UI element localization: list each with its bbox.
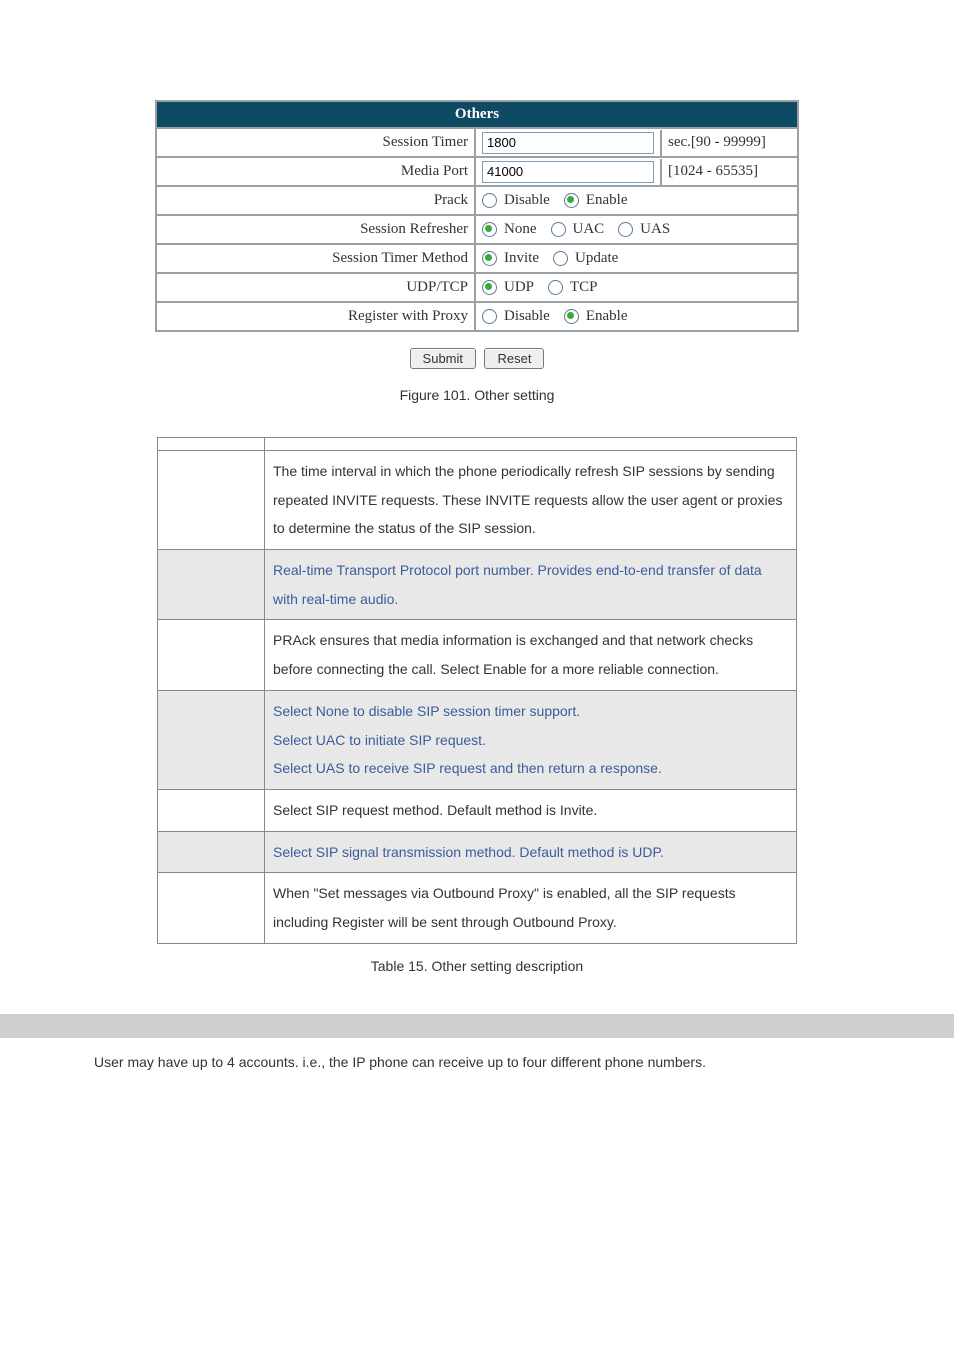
table-row: Select SIP request method. Default metho… bbox=[158, 789, 797, 831]
desc-register-proxy: When "Set messages via Outbound Proxy" i… bbox=[265, 873, 797, 943]
label-prack: Prack bbox=[157, 187, 476, 214]
value-udptcp: UDP TCP bbox=[476, 274, 797, 301]
row-refresher: Session Refresher None UAC UAS bbox=[157, 216, 797, 245]
value-prack: Disable Enable bbox=[476, 187, 797, 214]
method-invite-label: Invite bbox=[504, 250, 539, 267]
udp-radio[interactable] bbox=[482, 280, 497, 295]
method-update-label: Update bbox=[575, 250, 618, 267]
row-session-timer: Session Timer sec.[90 - 99999] bbox=[157, 129, 797, 158]
desc-timer-method: Select SIP request method. Default metho… bbox=[265, 789, 797, 831]
panel-buttons: Submit Reset bbox=[0, 348, 954, 369]
refresher-uas-label: UAS bbox=[640, 221, 670, 238]
refresher-none-radio[interactable] bbox=[482, 222, 497, 237]
desc-prack: PRAck ensures that media information is … bbox=[265, 620, 797, 690]
regproxy-disable-radio[interactable] bbox=[482, 309, 497, 324]
media-port-input[interactable] bbox=[482, 161, 654, 183]
table-row: Real-time Transport Protocol port number… bbox=[158, 550, 797, 620]
others-panel: Others Session Timer sec.[90 - 99999] Me… bbox=[155, 100, 799, 332]
table-row: Select None to disable SIP session timer… bbox=[158, 690, 797, 789]
refresher-uac-label: UAC bbox=[573, 221, 605, 238]
desc-udptcp: Select SIP signal transmission method. D… bbox=[265, 831, 797, 873]
udp-label: UDP bbox=[504, 279, 534, 296]
row-timer-method: Session Timer Method Invite Update bbox=[157, 245, 797, 274]
table-header-desc bbox=[265, 438, 797, 451]
session-timer-range: sec.[90 - 99999] bbox=[662, 132, 797, 153]
row-media-port: Media Port [1024 - 65535] bbox=[157, 158, 797, 187]
prack-enable-radio[interactable] bbox=[564, 193, 579, 208]
media-port-range: [1024 - 65535] bbox=[662, 161, 797, 182]
label-udptcp: UDP/TCP bbox=[157, 274, 476, 301]
row-prack: Prack Disable Enable bbox=[157, 187, 797, 216]
figure-caption: Figure 101. Other setting bbox=[0, 387, 954, 403]
method-update-radio[interactable] bbox=[553, 251, 568, 266]
value-session-timer: sec.[90 - 99999] bbox=[476, 129, 797, 156]
tcp-radio[interactable] bbox=[548, 280, 563, 295]
refresher-uas-radio[interactable] bbox=[618, 222, 633, 237]
value-register-proxy: Disable Enable bbox=[476, 303, 797, 330]
regproxy-enable-radio[interactable] bbox=[564, 309, 579, 324]
desc-session-timer: The time interval in which the phone per… bbox=[265, 451, 797, 550]
prack-disable-radio[interactable] bbox=[482, 193, 497, 208]
table-row: The time interval in which the phone per… bbox=[158, 451, 797, 550]
method-invite-radio[interactable] bbox=[482, 251, 497, 266]
prack-disable-label: Disable bbox=[504, 192, 550, 209]
value-media-port: [1024 - 65535] bbox=[476, 158, 797, 185]
label-refresher: Session Refresher bbox=[157, 216, 476, 243]
row-register-proxy: Register with Proxy Disable Enable bbox=[157, 303, 797, 330]
value-timer-method: Invite Update bbox=[476, 245, 797, 272]
table-header-key bbox=[158, 438, 265, 451]
tcp-label: TCP bbox=[570, 279, 598, 296]
submit-button[interactable]: Submit bbox=[410, 348, 476, 369]
desc-media-port: Real-time Transport Protocol port number… bbox=[265, 550, 797, 620]
table-caption: Table 15. Other setting description bbox=[0, 958, 954, 974]
table-row: PRAck ensures that media information is … bbox=[158, 620, 797, 690]
prack-enable-label: Enable bbox=[586, 192, 628, 209]
refresher-none-label: None bbox=[504, 221, 537, 238]
regproxy-enable-label: Enable bbox=[586, 308, 628, 325]
value-refresher: None UAC UAS bbox=[476, 216, 797, 243]
label-register-proxy: Register with Proxy bbox=[157, 303, 476, 330]
label-session-timer: Session Timer bbox=[157, 129, 476, 156]
regproxy-disable-label: Disable bbox=[504, 308, 550, 325]
table-row: Select SIP signal transmission method. D… bbox=[158, 831, 797, 873]
accounts-paragraph: User may have up to 4 accounts. i.e., th… bbox=[0, 1054, 954, 1070]
section-heading-bar bbox=[0, 1014, 954, 1038]
table-header-row bbox=[158, 438, 797, 451]
label-media-port: Media Port bbox=[157, 158, 476, 185]
table-row: When "Set messages via Outbound Proxy" i… bbox=[158, 873, 797, 943]
label-timer-method: Session Timer Method bbox=[157, 245, 476, 272]
panel-title: Others bbox=[157, 102, 797, 129]
reset-button[interactable]: Reset bbox=[484, 348, 544, 369]
description-table: The time interval in which the phone per… bbox=[157, 437, 797, 944]
desc-refresher: Select None to disable SIP session timer… bbox=[265, 690, 797, 789]
refresher-uac-radio[interactable] bbox=[551, 222, 566, 237]
session-timer-input[interactable] bbox=[482, 132, 654, 154]
document-page: Others Session Timer sec.[90 - 99999] Me… bbox=[0, 0, 954, 1350]
row-udptcp: UDP/TCP UDP TCP bbox=[157, 274, 797, 303]
